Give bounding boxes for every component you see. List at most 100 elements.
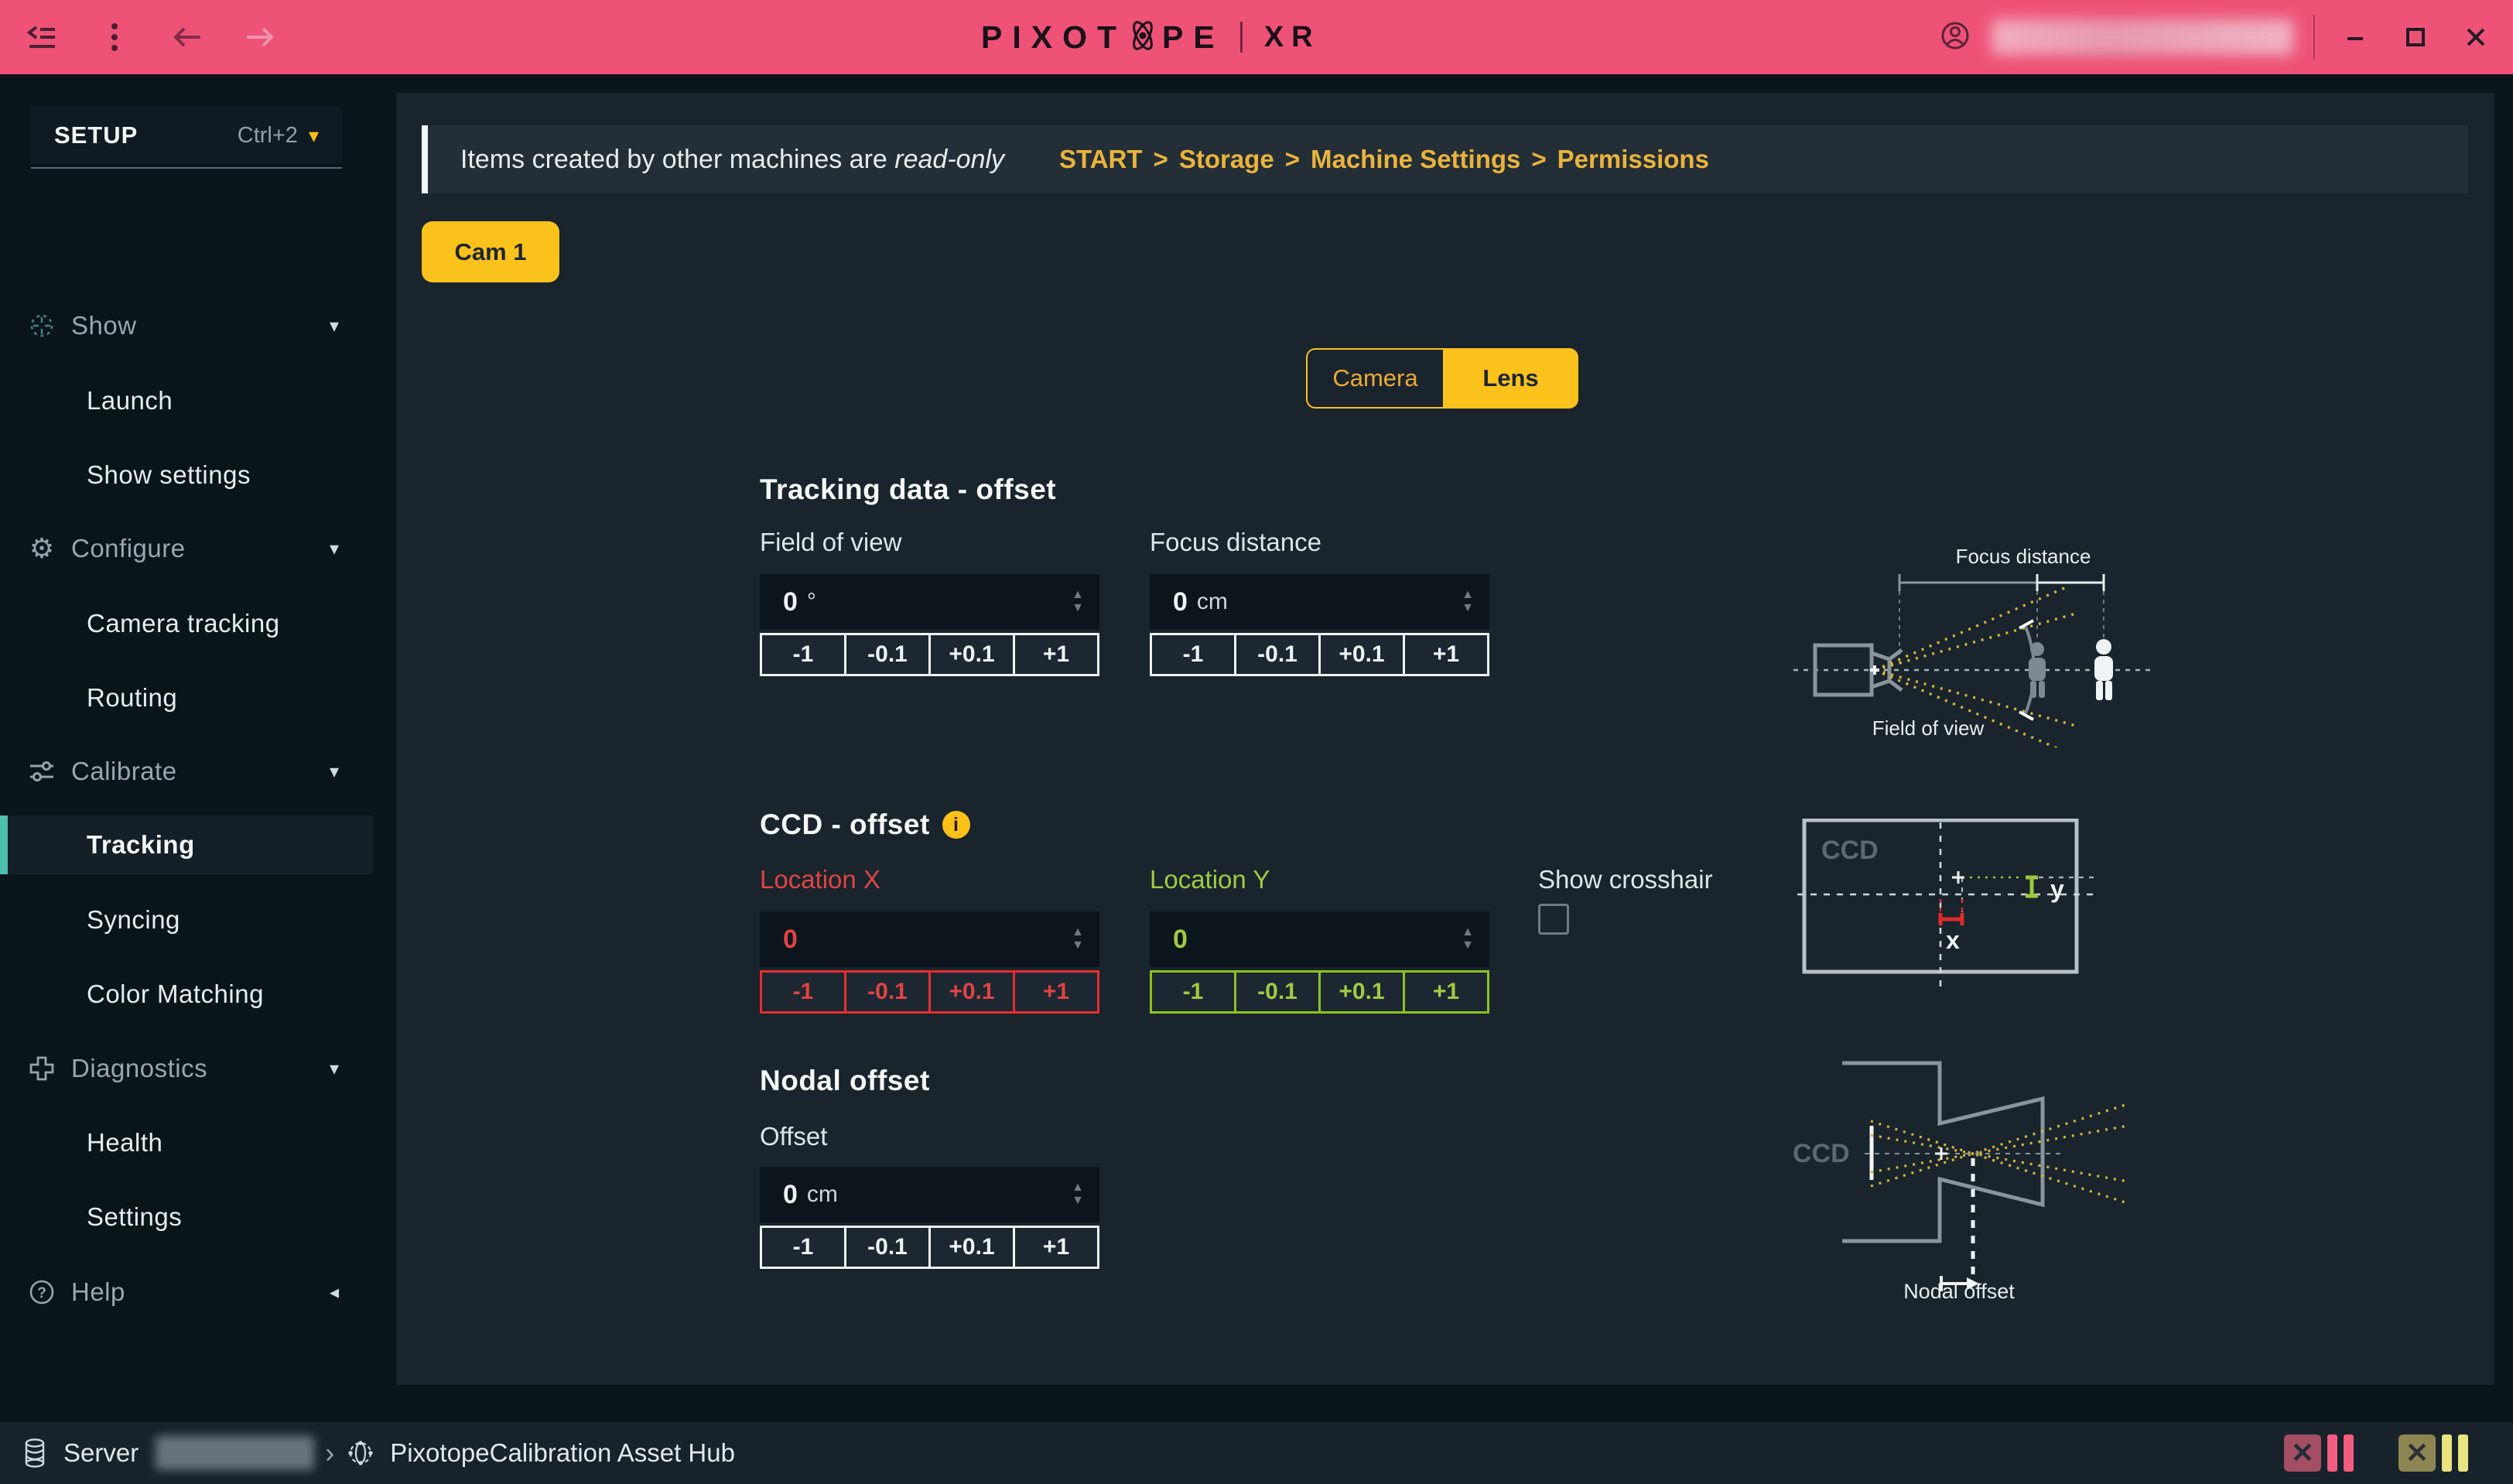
server-selector[interactable]: Server <box>23 1436 314 1470</box>
focus-step-minus-1[interactable]: -1 <box>1152 635 1234 674</box>
locx-step-minus-01[interactable]: -0.1 <box>844 973 928 1011</box>
sidebar-item-camera-tracking[interactable]: Camera tracking <box>0 594 373 653</box>
spinner-down-icon[interactable]: ▼ <box>1462 604 1474 614</box>
offset-step-plus-01[interactable]: +0.1 <box>928 1228 1013 1267</box>
sidebar-item-routing[interactable]: Routing <box>0 668 373 727</box>
focus-spinner[interactable]: ▲ ▼ <box>1462 574 1474 630</box>
fov-step-plus-01[interactable]: +0.1 <box>928 635 1013 674</box>
pink-bar-indicator <box>2327 1434 2337 1472</box>
notice-emphasis: read-only <box>894 145 1004 174</box>
tracking-offset-heading: Tracking data - offset <box>760 474 1056 506</box>
sidebar-item-configure[interactable]: ⚙ Configure ▾ <box>0 519 373 578</box>
ccd-diagram: CCD y x <box>1795 819 2097 989</box>
spinner-down-icon[interactable]: ▼ <box>1462 941 1474 951</box>
offset-spinner[interactable]: ▲ ▼ <box>1072 1167 1084 1222</box>
location-y-spinner[interactable]: ▲ ▼ <box>1462 911 1474 967</box>
titlebar-divider <box>2313 15 2315 60</box>
project-asset-hub[interactable]: PixotopeCalibration Asset Hub <box>345 1438 735 1469</box>
breadcrumb-separator: > <box>1154 145 1168 174</box>
fov-step-minus-01[interactable]: -0.1 <box>844 635 928 674</box>
offset-step-plus-1[interactable]: +1 <box>1013 1228 1097 1267</box>
location-x-input[interactable]: 0 ▲ ▼ <box>760 911 1099 967</box>
collapse-sidebar-icon[interactable] <box>22 17 62 57</box>
toggle-camera[interactable]: Camera <box>1306 348 1443 409</box>
chevron-right-icon: › <box>325 1437 334 1469</box>
gear-icon: ⚙ <box>26 533 57 564</box>
fov-input[interactable]: 0 ° ▲ ▼ <box>760 574 1099 630</box>
mode-selector[interactable]: SETUP Ctrl+2 ▾ <box>31 107 342 164</box>
focus-step-plus-01[interactable]: +0.1 <box>1318 635 1403 674</box>
chevron-down-icon: ▾ <box>309 125 319 145</box>
pink-close-indicator[interactable]: ✕ <box>2284 1434 2321 1472</box>
show-crosshair-checkbox[interactable] <box>1538 904 1569 935</box>
toggle-lens[interactable]: Lens <box>1443 348 1578 409</box>
cam-1-tab[interactable]: Cam 1 <box>422 221 559 282</box>
notice-text: Items created by other machines are read… <box>460 145 1004 175</box>
svg-text:Field of view: Field of view <box>1872 716 1985 740</box>
sidebar-item-help[interactable]: ? Help ◂ <box>0 1263 373 1322</box>
spinner-up-icon[interactable]: ▲ <box>1072 1183 1084 1193</box>
spinner-down-icon[interactable]: ▼ <box>1072 1196 1084 1206</box>
location-y-label: Location Y <box>1150 865 1270 894</box>
logo-text-left: PIXOT <box>981 19 1127 56</box>
fov-spinner[interactable]: ▲ ▼ <box>1072 574 1084 630</box>
offset-step-minus-1[interactable]: -1 <box>762 1228 844 1267</box>
offset-step-minus-01[interactable]: -0.1 <box>844 1228 928 1267</box>
focus-distance-input[interactable]: 0 cm ▲ ▼ <box>1150 574 1489 630</box>
back-arrow-icon[interactable] <box>167 17 207 57</box>
sidebar: SETUP Ctrl+2 ▾ Show ▾ Launch Show settin… <box>0 74 373 1422</box>
offset-input[interactable]: 0 cm ▲ ▼ <box>760 1167 1099 1222</box>
close-button[interactable] <box>2456 17 2496 57</box>
maximize-button[interactable] <box>2395 17 2436 57</box>
sidebar-item-show[interactable]: Show ▾ <box>0 296 373 355</box>
logo-text-right: PE <box>1162 19 1225 56</box>
focus-step-minus-01[interactable]: -0.1 <box>1234 635 1318 674</box>
breadcrumb-machine-settings: Machine Settings <box>1311 145 1520 174</box>
database-icon <box>23 1438 46 1469</box>
forward-arrow-icon[interactable] <box>240 17 280 57</box>
spinner-down-icon[interactable]: ▼ <box>1072 941 1084 951</box>
sidebar-item-health[interactable]: Health <box>0 1113 373 1172</box>
fov-step-plus-1[interactable]: +1 <box>1013 635 1097 674</box>
fov-step-minus-1[interactable]: -1 <box>762 635 844 674</box>
focus-step-plus-1[interactable]: +1 <box>1403 635 1487 674</box>
spinner-up-icon[interactable]: ▲ <box>1462 928 1474 938</box>
locy-step-plus-01[interactable]: +0.1 <box>1318 973 1403 1011</box>
sidebar-item-tracking[interactable]: Tracking <box>0 816 373 874</box>
location-y-input[interactable]: 0 ▲ ▼ <box>1150 911 1489 967</box>
minimize-button[interactable] <box>2335 17 2375 57</box>
sidebar-item-diagnostics[interactable]: Diagnostics ▾ <box>0 1039 373 1098</box>
camera-lens-toggle: Camera Lens <box>1306 348 1578 409</box>
user-account-icon[interactable] <box>1939 19 1971 56</box>
fov-focus-diagram: Focus distance <box>1793 540 2156 747</box>
mode-shortcut: Ctrl+2 <box>238 123 298 149</box>
locx-step-plus-01[interactable]: +0.1 <box>928 973 1013 1011</box>
breadcrumb-separator: > <box>1531 145 1546 174</box>
sidebar-item-settings[interactable]: Settings <box>0 1188 373 1246</box>
spinner-up-icon[interactable]: ▲ <box>1072 590 1084 600</box>
kebab-menu-icon[interactable] <box>94 17 135 57</box>
sidebar-item-syncing[interactable]: Syncing <box>0 891 373 949</box>
chevron-left-icon: ◂ <box>330 1281 339 1304</box>
chevron-down-icon: ▾ <box>330 538 339 560</box>
redacted-user-email[interactable] <box>1992 19 2293 55</box>
locx-step-plus-1[interactable]: +1 <box>1013 973 1097 1011</box>
sidebar-item-calibrate[interactable]: Calibrate ▾ <box>0 742 373 801</box>
locy-step-minus-01[interactable]: -0.1 <box>1234 973 1318 1011</box>
sidebar-item-launch[interactable]: Launch <box>0 371 373 430</box>
pixotope-logo: PIXOT PE XR <box>981 0 1321 74</box>
locx-step-minus-1[interactable]: -1 <box>762 973 844 1011</box>
locy-step-minus-1[interactable]: -1 <box>1152 973 1234 1011</box>
redacted-server-name <box>156 1436 314 1470</box>
location-x-spinner[interactable]: ▲ ▼ <box>1072 911 1084 967</box>
locy-step-plus-1[interactable]: +1 <box>1403 973 1487 1011</box>
sidebar-item-color-matching[interactable]: Color Matching <box>0 965 373 1024</box>
spinner-up-icon[interactable]: ▲ <box>1462 590 1474 600</box>
spinner-up-icon[interactable]: ▲ <box>1072 928 1084 938</box>
spinner-down-icon[interactable]: ▼ <box>1072 604 1084 614</box>
info-icon[interactable]: i <box>942 811 970 839</box>
status-indicators: ✕ ✕ <box>2284 1434 2468 1472</box>
sidebar-item-show-settings[interactable]: Show settings <box>0 446 373 504</box>
yellow-bar-indicator <box>2442 1434 2452 1472</box>
yellow-close-indicator[interactable]: ✕ <box>2398 1434 2436 1472</box>
